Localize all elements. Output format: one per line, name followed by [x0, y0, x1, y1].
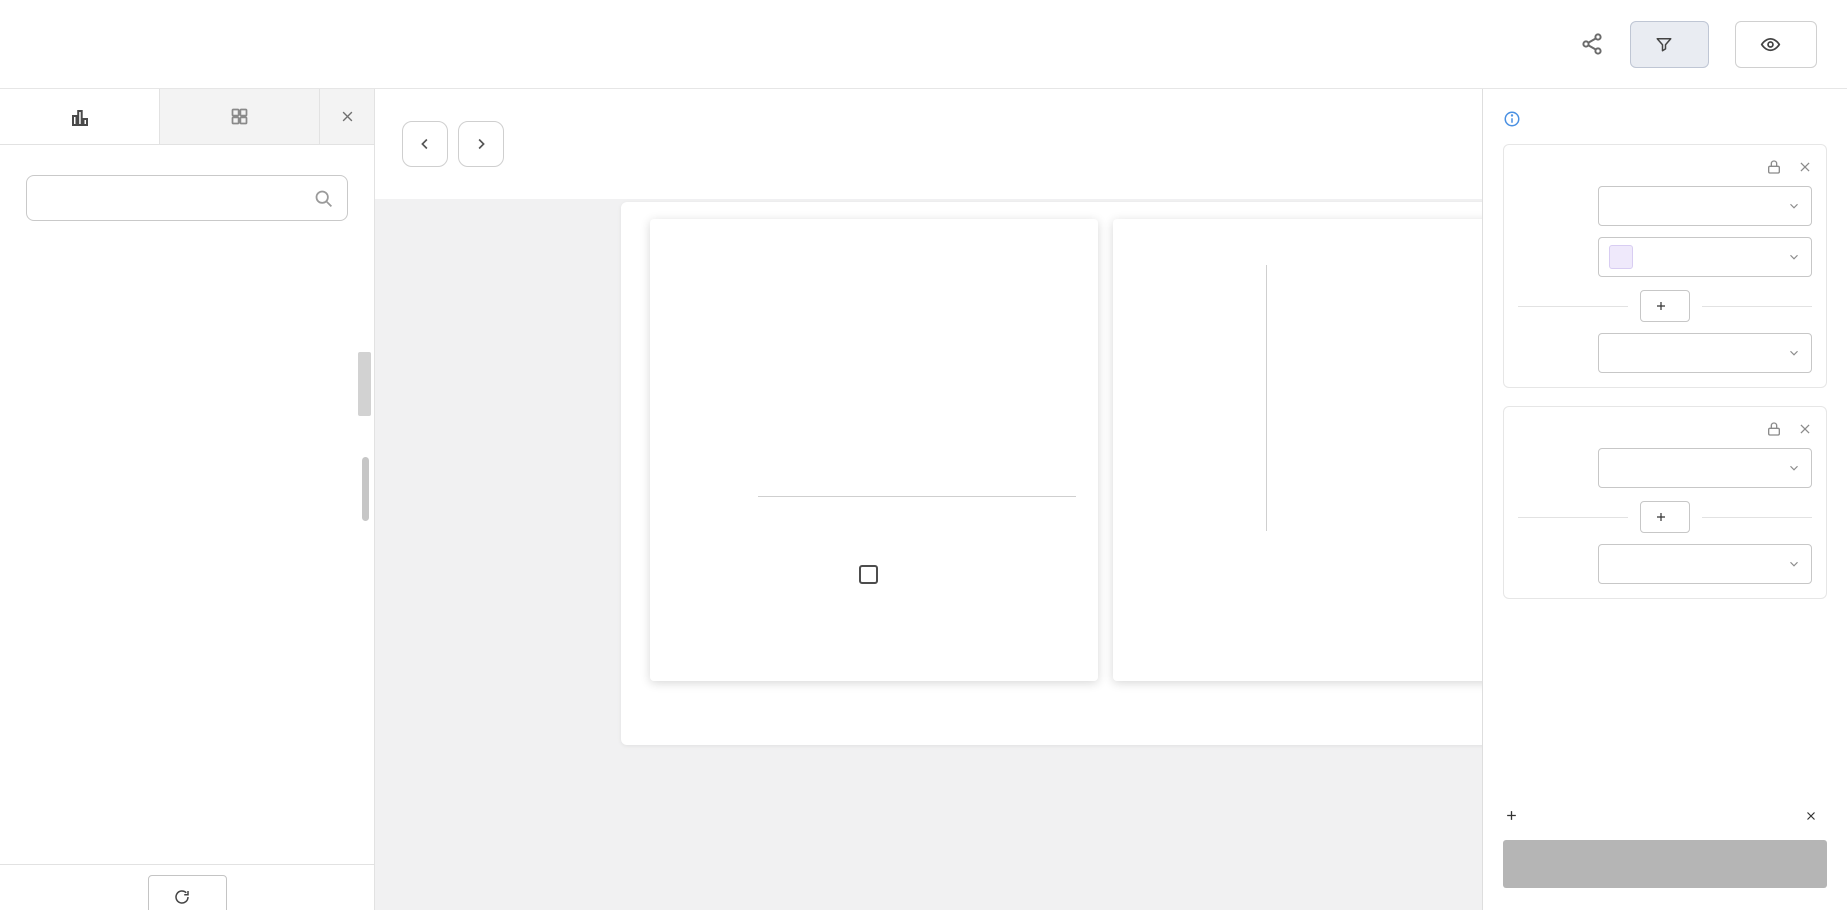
prev-slide-button[interactable] — [402, 121, 448, 167]
lock-icon[interactable] — [1766, 421, 1782, 437]
filter-panel-links — [1505, 809, 1825, 822]
search-input[interactable] — [26, 175, 348, 221]
lock-icon[interactable] — [1766, 159, 1782, 175]
chevron-down-icon — [1787, 250, 1801, 264]
close-icon — [340, 109, 355, 124]
bar-chart — [672, 261, 1076, 497]
chevron-down-icon — [1787, 461, 1801, 475]
sidebar-footer — [0, 864, 374, 910]
legend-checkbox[interactable] — [859, 565, 878, 584]
add-attribute-button[interactable] — [1640, 501, 1690, 533]
clear-all-button[interactable] — [1805, 810, 1825, 822]
collection-list — [26, 299, 348, 864]
next-slide-button[interactable] — [458, 121, 504, 167]
sidebar-resize-handle[interactable] — [362, 457, 369, 521]
chevron-down-icon — [1787, 557, 1801, 571]
chevron-down-icon — [1787, 346, 1801, 360]
share-icon[interactable] — [1580, 32, 1604, 56]
bar-chart-tab-icon — [68, 105, 92, 129]
chevron-right-icon — [472, 135, 490, 153]
operation-select[interactable] — [1598, 544, 1812, 584]
plus-icon — [1655, 511, 1667, 523]
tab-visualisations[interactable] — [0, 89, 160, 144]
app-header — [0, 0, 1847, 89]
refresh-icon — [173, 888, 191, 906]
filter-group-where — [1503, 144, 1827, 388]
sidebar-close-button[interactable] — [320, 89, 374, 144]
chart-card-geographical-overview — [650, 219, 1098, 681]
filter-button[interactable] — [1630, 21, 1709, 68]
operation-select[interactable] — [1598, 333, 1812, 373]
vchart-xaxis — [758, 497, 1076, 555]
chevron-down-icon — [1787, 199, 1801, 213]
header-actions — [1580, 21, 1817, 68]
plus-icon — [1655, 300, 1667, 312]
search-collections — [26, 175, 348, 221]
source-select[interactable] — [1598, 186, 1812, 226]
source-select[interactable] — [1598, 448, 1812, 488]
apply-filters-button[interactable] — [1503, 840, 1827, 888]
present-button[interactable] — [1735, 21, 1817, 68]
remove-filter-icon[interactable] — [1798, 422, 1812, 436]
plus-icon — [1505, 809, 1518, 822]
attribute-type-icon — [1609, 245, 1633, 269]
sidebar-tabs — [0, 89, 374, 145]
horizontal-bar-chart — [1135, 265, 1539, 531]
filter-info — [1503, 109, 1827, 128]
info-icon — [1503, 110, 1521, 128]
filter-group-and — [1503, 406, 1827, 599]
scrollbar-thumb[interactable] — [358, 352, 371, 416]
remove-filter-icon[interactable] — [1798, 160, 1812, 174]
chevron-left-icon — [416, 135, 434, 153]
hchart-yaxis — [1135, 265, 1266, 531]
search-icon — [313, 188, 334, 209]
tab-dashboards[interactable] — [160, 89, 320, 144]
collections-sidebar — [0, 89, 375, 910]
close-icon — [1805, 810, 1817, 822]
attribute-select[interactable] — [1598, 237, 1812, 277]
vchart-plot — [758, 261, 1076, 497]
funnel-icon — [1655, 35, 1673, 53]
refresh-button[interactable] — [148, 875, 227, 910]
eye-icon — [1760, 34, 1781, 55]
add-attribute-button[interactable] — [1640, 290, 1690, 322]
grid-icon — [229, 106, 250, 127]
vchart-yaxis — [672, 261, 758, 497]
chart-legend — [672, 565, 1076, 584]
add-filter-button[interactable] — [1505, 809, 1526, 822]
filter-panel — [1482, 89, 1847, 910]
